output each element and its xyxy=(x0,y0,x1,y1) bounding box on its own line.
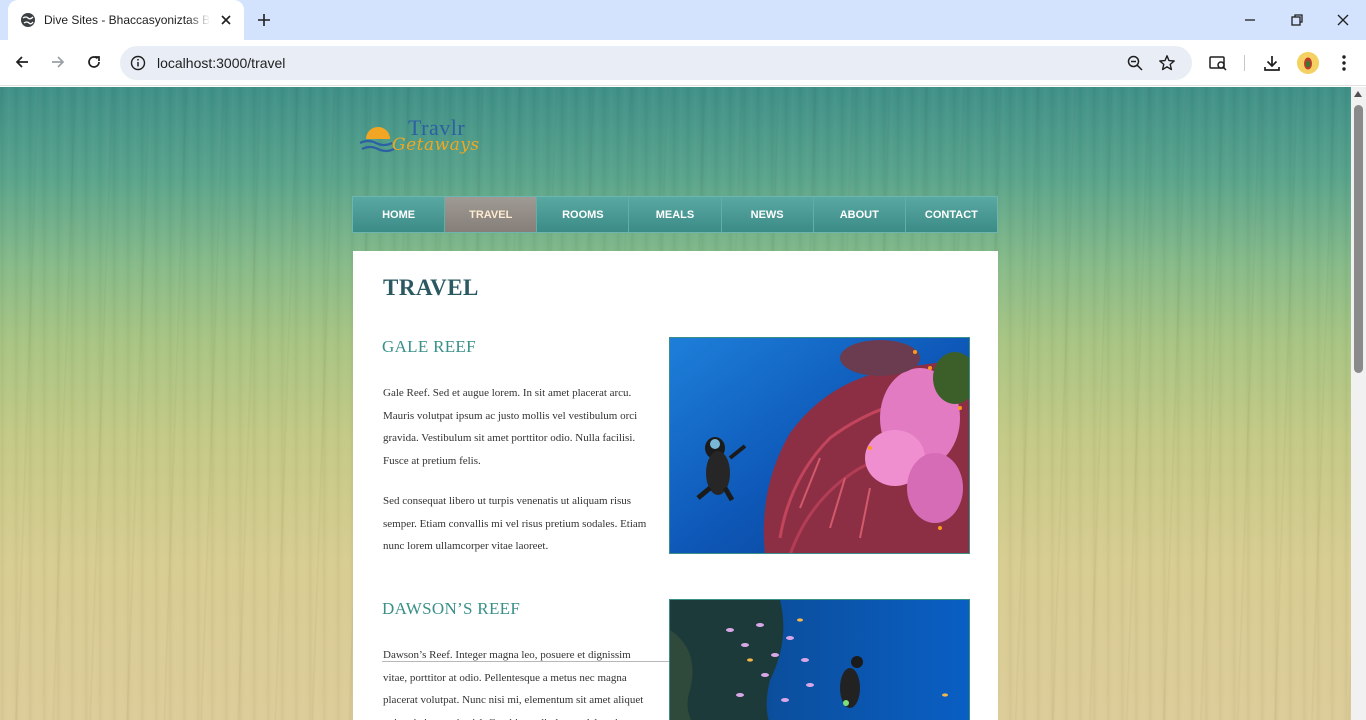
page-title: TRAVEL xyxy=(383,275,479,300)
section-paragraph: Dawson’s Reef. Integer magna leo, posuer… xyxy=(383,649,644,720)
download-icon[interactable] xyxy=(1262,53,1282,73)
content-panel: TRAVEL GALE REEF Gale Reef. Sed et augue… xyxy=(353,251,998,720)
menu-kebab-icon[interactable] xyxy=(1334,53,1354,73)
minimize-icon[interactable] xyxy=(1240,10,1260,30)
cast-search-icon[interactable] xyxy=(1208,53,1228,73)
gale-reef-photo xyxy=(669,337,970,554)
nav-about[interactable]: ABOUT xyxy=(814,197,906,232)
browser-tab[interactable]: Dive Sites - Bhaccasyoniztas Beach Resor… xyxy=(8,0,244,40)
profile-avatar[interactable] xyxy=(1297,52,1319,74)
bookmark-star-icon[interactable] xyxy=(1158,54,1176,72)
site-logo[interactable]: Travlr Getaways xyxy=(358,115,498,161)
page-scrollbar[interactable] xyxy=(1351,87,1366,720)
nav-news[interactable]: NEWS xyxy=(722,197,814,232)
main-navigation: HOME TRAVEL ROOMS MEALS NEWS ABOUT CONTA… xyxy=(352,196,998,233)
page-viewport: Travlr Getaways HOME TRAVEL ROOMS MEALS … xyxy=(0,87,1351,720)
dive-site-section: DAWSON’S REEF Dawson’s Reef. Integer mag… xyxy=(382,599,970,720)
back-arrow-icon[interactable] xyxy=(12,52,32,72)
scrollbar-thumb[interactable] xyxy=(1354,105,1363,373)
url-text: localhost:3000/travel xyxy=(157,55,286,71)
restore-icon[interactable] xyxy=(1287,10,1307,30)
dive-site-section: GALE REEF Gale Reef. Sed et augue lorem.… xyxy=(382,337,970,554)
scroll-up-arrow-icon[interactable] xyxy=(1354,91,1362,97)
forward-arrow-icon[interactable] xyxy=(48,52,68,72)
close-tab-icon[interactable] xyxy=(218,12,234,28)
nav-contact[interactable]: CONTACT xyxy=(906,197,997,232)
site-info-icon[interactable] xyxy=(130,55,146,71)
globe-icon xyxy=(21,13,35,27)
browser-toolbar: localhost:3000/travel xyxy=(0,40,1366,86)
address-bar[interactable]: localhost:3000/travel xyxy=(120,46,1192,80)
toolbar-separator xyxy=(1244,55,1245,71)
zoom-icon[interactable] xyxy=(1126,54,1144,72)
tab-title: Dive Sites - Bhaccasyoniztas Beach Resor… xyxy=(44,12,210,28)
nav-travel[interactable]: TRAVEL xyxy=(445,197,538,232)
reload-icon[interactable] xyxy=(84,52,104,72)
close-window-icon[interactable] xyxy=(1333,10,1353,30)
section-paragraph: Gale Reef. Sed et augue lorem. In sit am… xyxy=(383,387,638,467)
brand-tagline: Getaways xyxy=(392,135,480,155)
nav-meals[interactable]: MEALS xyxy=(629,197,722,232)
dawsons-reef-photo xyxy=(669,599,970,720)
nav-home[interactable]: HOME xyxy=(353,197,446,232)
new-tab-icon[interactable] xyxy=(254,10,274,30)
section-paragraph: Sed consequat libero ut turpis venenatis… xyxy=(383,495,647,552)
browser-tab-bar: Dive Sites - Bhaccasyoniztas Beach Resor… xyxy=(0,0,1366,40)
nav-rooms[interactable]: ROOMS xyxy=(537,197,630,232)
